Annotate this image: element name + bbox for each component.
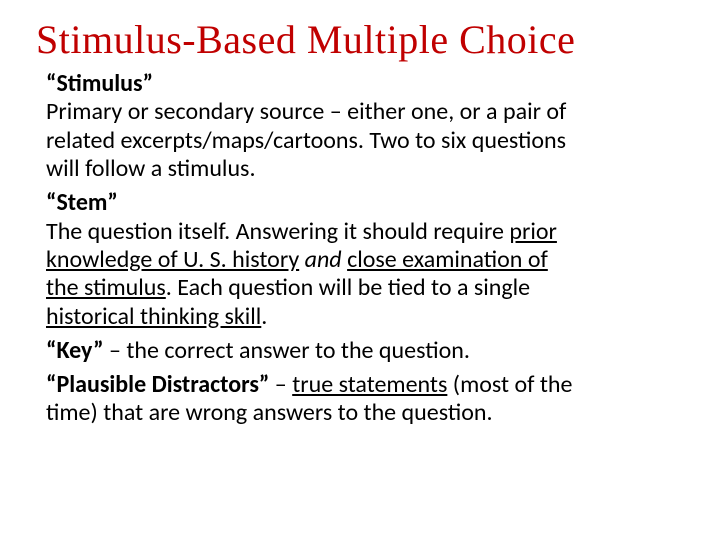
stimulus-block: “Stimulus” Primary or secondary source –… (46, 70, 690, 183)
stem-l4u: historical thinking skill (46, 302, 261, 331)
stimulus-line1: Primary or secondary source – either one… (46, 97, 566, 126)
stem-l1: The question itself. Answering it should… (46, 217, 509, 246)
slide: Stimulus-Based Multiple Choice “Stimulus… (0, 0, 720, 540)
pd-a: – (269, 370, 292, 399)
stem-term: “Stem” (46, 188, 118, 217)
stem-l2u2: close examination of (347, 245, 548, 274)
key-term: “Key” (46, 336, 104, 365)
pd-c: time) that are wrong answers to the ques… (46, 398, 493, 427)
pd-u: true statements (292, 370, 447, 399)
pd-b: (most of the (447, 370, 572, 399)
plausible-distractors-block: “Plausible Distractors” – true statement… (46, 371, 690, 428)
stem-l3u: the stimulus (46, 273, 166, 302)
slide-body: “Stimulus” Primary or secondary source –… (36, 70, 690, 428)
key-rest: – the correct answer to the question. (104, 336, 470, 365)
stem-l4a: . (261, 302, 267, 331)
stem-l2and: and (305, 245, 342, 274)
stem-block: “Stem” The question itself. Answering it… (46, 189, 690, 331)
pd-term: “Plausible Distractors” (46, 370, 269, 399)
stem-l2u: knowledge of U. S. history (46, 245, 299, 274)
stem-l3a: . Each question will be tied to a single (166, 273, 530, 302)
key-block: “Key” – the correct answer to the questi… (46, 337, 690, 365)
stimulus-term: “Stimulus” (46, 69, 153, 98)
stem-l1u: prior (509, 217, 557, 246)
stimulus-line2: related excerpts/maps/cartoons. Two to s… (46, 126, 566, 155)
stimulus-line3: will follow a stimulus. (46, 154, 256, 183)
slide-title: Stimulus-Based Multiple Choice (36, 18, 690, 62)
